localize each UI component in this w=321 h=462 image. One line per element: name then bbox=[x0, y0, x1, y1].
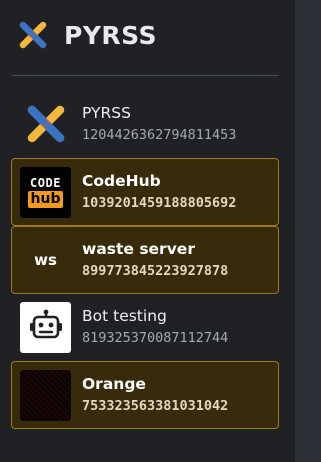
server-info: Bot testing 819325370087112744 bbox=[82, 306, 228, 348]
orange-pattern-icon bbox=[20, 369, 71, 421]
server-info: waste server 899773845223927878 bbox=[82, 239, 228, 281]
server-sidebar: PYRSS PYRSS 1204426362794811453 CODE hub bbox=[0, 0, 295, 462]
app-title: PYRSS bbox=[64, 20, 158, 50]
server-name: Bot testing bbox=[82, 307, 167, 325]
server-id: 753323563381031042 bbox=[82, 398, 229, 414]
server-info: CodeHub 1039201459188805692 bbox=[82, 171, 236, 213]
server-name: CodeHub bbox=[82, 172, 161, 190]
server-id: 1039201459188805692 bbox=[82, 195, 237, 211]
main-panel-edge bbox=[295, 0, 321, 462]
server-name: Orange bbox=[82, 375, 146, 393]
server-id: 899773845223927878 bbox=[82, 263, 229, 279]
pyrss-logo-icon bbox=[27, 105, 64, 143]
server-item-orange[interactable]: Orange 753323563381031042 bbox=[11, 361, 279, 429]
pyrss-logo-icon bbox=[19, 21, 47, 49]
server-avatar bbox=[20, 301, 71, 353]
brand-header: PYRSS bbox=[16, 18, 157, 52]
server-info: Orange 753323563381031042 bbox=[82, 374, 228, 416]
server-item-codehub[interactable]: CODE hub CodeHub 1039201459188805692 bbox=[11, 158, 279, 226]
server-id: 1204426362794811453 bbox=[82, 127, 237, 143]
server-name: waste server bbox=[82, 240, 195, 258]
server-name: PYRSS bbox=[82, 104, 131, 122]
server-item-bot-testing[interactable]: Bot testing 819325370087112744 bbox=[11, 293, 279, 361]
codehub-logo-icon: CODE hub bbox=[20, 166, 71, 218]
server-item-pyrss[interactable]: PYRSS 1204426362794811453 bbox=[11, 90, 279, 158]
server-item-waste-server[interactable]: ws waste server 899773845223927878 bbox=[11, 226, 279, 294]
codehub-logo-top: CODE bbox=[30, 175, 61, 190]
ws-initials-icon: ws bbox=[34, 251, 57, 269]
server-avatar bbox=[20, 99, 71, 150]
robot-icon bbox=[29, 309, 62, 339]
codehub-logo-bottom: hub bbox=[27, 190, 64, 208]
server-info: PYRSS 1204426362794811453 bbox=[82, 103, 236, 145]
server-id: 819325370087112744 bbox=[82, 330, 229, 346]
divider bbox=[12, 75, 279, 76]
